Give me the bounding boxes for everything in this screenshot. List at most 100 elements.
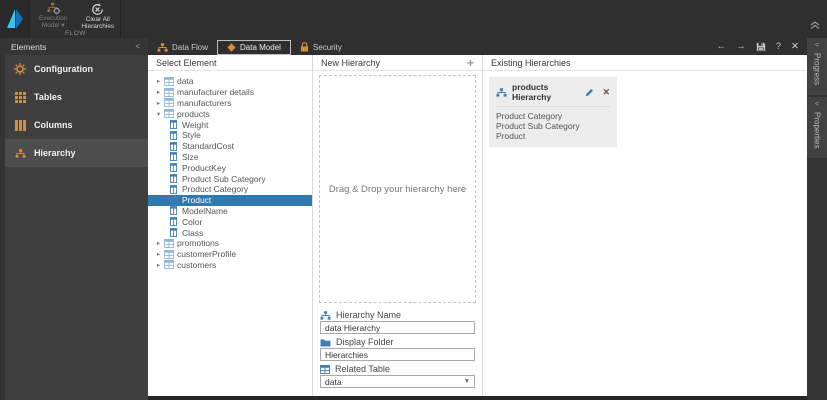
- new-hierarchy-panel: New Hierarchy + Drag & Drop your hierarc…: [313, 55, 483, 396]
- sidebar-item-hierarchy[interactable]: Hierarchy: [5, 139, 148, 167]
- add-hierarchy-button[interactable]: +: [467, 56, 474, 70]
- tree-item-customerprofile[interactable]: ▸ customerProfile: [148, 249, 312, 260]
- element-tree: ▸ data ▸ manufacturer details ▸ manufacturers…: [148, 71, 312, 270]
- help-button[interactable]: ?: [776, 41, 781, 52]
- columns-icon: [14, 119, 26, 131]
- sidebar-item-tables[interactable]: Tables: [5, 83, 148, 111]
- display-folder-input[interactable]: [320, 348, 475, 361]
- sidebar-collapse-icon[interactable]: <: [135, 42, 140, 51]
- column-blue-icon: [168, 228, 179, 237]
- sidebar-item-label: Columns: [34, 120, 73, 130]
- tree-item-productkey[interactable]: ProductKey: [148, 162, 312, 173]
- column-blue-icon: [168, 184, 179, 194]
- rail-panel-progress[interactable]: < Progress: [807, 38, 827, 96]
- hierarchy-level: Product Category: [496, 111, 563, 121]
- select-element-panel: Select Element ▸ data ▸ manufacturer detail…: [148, 55, 313, 396]
- column-blue-icon: [168, 141, 179, 151]
- tree-item-promotions[interactable]: ▸ promotions: [148, 238, 312, 249]
- column-blue-icon: [168, 163, 179, 173]
- related-table-label: Related Table: [313, 361, 482, 375]
- clear-all-hierarchies-button[interactable]: Clear All Hierarchies: [76, 0, 121, 30]
- sidebar-item-columns[interactable]: Columns: [5, 111, 148, 139]
- hierarchy-blue-icon: [320, 310, 331, 320]
- right-rail: < Progress < Properties: [807, 38, 827, 400]
- hierarchy-name-input[interactable]: [320, 321, 475, 334]
- tree-item-label: ModelName: [182, 205, 228, 216]
- tree-item-modelname[interactable]: ModelName: [148, 206, 312, 217]
- tree-item-standardcost[interactable]: StandardCost: [148, 141, 312, 152]
- chevron-left-icon: <: [814, 42, 820, 49]
- forward-button[interactable]: →: [736, 41, 746, 52]
- gear-icon: [14, 63, 26, 75]
- execution-model-button[interactable]: Execution Model ▾: [31, 0, 76, 29]
- tree-item-style[interactable]: Style: [148, 130, 312, 141]
- tree-item-weight[interactable]: Weight: [148, 119, 312, 130]
- rail-panel-label: Properties: [812, 112, 822, 149]
- tree-item-data[interactable]: ▸ data: [148, 76, 312, 87]
- related-table-select[interactable]: data ▼: [320, 375, 475, 388]
- column-blue-icon: [168, 131, 179, 140]
- tree-item-label: Color: [182, 216, 203, 227]
- table-blue-icon: [320, 364, 330, 374]
- collapsed-arrow-icon[interactable]: ▸: [154, 99, 163, 107]
- field-label-text: Hierarchy Name: [336, 310, 402, 320]
- table-lite-icon: [163, 87, 174, 97]
- edit-hierarchy-icon[interactable]: [585, 88, 594, 97]
- column-blue-icon: [168, 120, 179, 129]
- new-hierarchy-title: New Hierarchy: [321, 57, 381, 68]
- delete-hierarchy-icon[interactable]: ✕: [602, 87, 610, 98]
- tree-item-label: manufacturer details: [177, 87, 255, 98]
- elements-sidebar: Elements < Configuration Tables Columns Hie…: [0, 38, 148, 400]
- tree-item-product-category[interactable]: Product Category: [148, 184, 312, 195]
- tree-item-manufacturer-details[interactable]: ▸ manufacturer details: [148, 87, 312, 98]
- tree-item-manufacturers[interactable]: ▸ manufacturers: [148, 98, 312, 109]
- save-icon[interactable]: [756, 42, 766, 52]
- ribbon-button-label: Clear All Hierarchies: [81, 16, 115, 30]
- tree-item-size[interactable]: Size: [148, 152, 312, 163]
- collapsed-arrow-icon[interactable]: ▸: [154, 261, 163, 269]
- collapsed-arrow-icon[interactable]: ▸: [154, 77, 163, 85]
- tree-item-products[interactable]: ▾ products: [148, 108, 312, 119]
- tree-item-customers[interactable]: ▸ customers: [148, 260, 312, 271]
- column-blue-icon: [168, 217, 179, 227]
- collapsed-arrow-icon[interactable]: ▸: [154, 250, 163, 258]
- sidebar-item-label: Configuration: [34, 64, 93, 74]
- hierarchy-name-label: Hierarchy Name: [313, 307, 482, 321]
- close-button[interactable]: ✕: [791, 41, 799, 52]
- hierarchy-dropzone[interactable]: Drag & Drop your hierarchy here: [319, 75, 476, 303]
- tab-security[interactable]: Security: [291, 40, 351, 55]
- hierarchy-level: Product: [496, 131, 526, 141]
- tab-label: Security: [312, 42, 342, 52]
- document-tabbar: Data Flow Data Model Security ← →? ✕: [148, 38, 807, 55]
- ribbon-collapse-icon[interactable]: [810, 16, 820, 34]
- tab-data-flow[interactable]: Data Flow: [148, 40, 217, 55]
- back-button[interactable]: ←: [717, 41, 727, 52]
- column-blue-icon: [168, 174, 179, 183]
- collapsed-arrow-icon[interactable]: ▸: [154, 88, 163, 96]
- tree-item-class[interactable]: Class: [148, 227, 312, 238]
- column-blue-icon: [168, 152, 179, 162]
- tree-item-product[interactable]: Product: [148, 194, 312, 206]
- field-label-text: Related Table: [335, 364, 390, 374]
- new-hierarchy-header: New Hierarchy +: [313, 55, 482, 71]
- tree-item-label: data: [177, 76, 194, 87]
- hierarchy-card-products-hierarchy: products Hierarchy ✕ Product Category Produ…: [489, 77, 617, 147]
- lock-icon: [300, 42, 309, 52]
- collapsed-arrow-icon[interactable]: ▸: [154, 239, 163, 247]
- tab-label: Data Flow: [172, 42, 209, 52]
- display-folder-label: Display Folder: [313, 334, 482, 348]
- tree-item-color[interactable]: Color: [148, 216, 312, 227]
- tree-item-product-sub-category[interactable]: Product Sub Category: [148, 173, 312, 184]
- table-lite-icon: [163, 238, 174, 248]
- tree-item-label: Size: [182, 151, 199, 162]
- app-logo[interactable]: [0, 0, 30, 38]
- sidebar-item-label: Tables: [34, 92, 62, 102]
- select-value: data: [325, 376, 342, 387]
- chevron-down-icon: ▼: [463, 378, 470, 385]
- tab-data-model[interactable]: Data Model: [217, 39, 291, 55]
- rail-panel-properties[interactable]: < Properties: [807, 97, 827, 159]
- sidebar-item-configuration[interactable]: Configuration: [5, 55, 148, 83]
- expanded-arrow-icon[interactable]: ▾: [154, 110, 163, 118]
- field-label-text: Display Folder: [336, 337, 394, 347]
- tree-item-label: Product: [182, 195, 212, 206]
